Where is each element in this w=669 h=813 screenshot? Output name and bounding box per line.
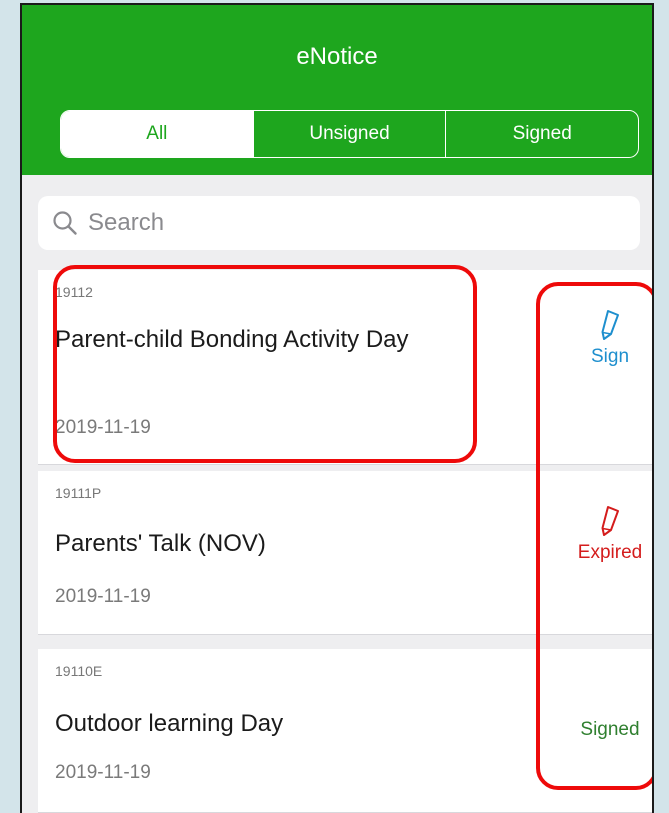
notice-title: Parent-child Bonding Activity Day [55, 326, 409, 353]
notice-title: Parents' Talk (NOV) [55, 530, 266, 557]
notice-date: 2019-11-19 [55, 417, 151, 438]
notice-code: 19110E [55, 663, 103, 679]
sign-button[interactable]: Sign [555, 308, 652, 368]
app-screen: eNotice All Unsigned Signed Search 19112… [20, 3, 654, 813]
list-item[interactable]: 19111P Parents' Talk (NOV) 2019-11-19 Ex… [38, 471, 652, 635]
status-label: Signed [580, 719, 640, 740]
search-placeholder: Search [88, 209, 165, 236]
tab-unsigned[interactable]: Unsigned [252, 111, 446, 157]
notice-date: 2019-11-19 [55, 586, 151, 607]
page-title: eNotice [296, 43, 378, 70]
pencil-icon [601, 310, 619, 340]
notice-title: Outdoor learning Day [55, 710, 284, 737]
list-item[interactable]: 19110E Outdoor learning Day 2019-11-19 S… [38, 649, 652, 813]
status-label: Expired [577, 542, 643, 563]
list-item[interactable]: 19112 Parent-child Bonding Activity Day … [38, 270, 652, 465]
status-label: Sign [590, 346, 630, 367]
expired-status: Expired [555, 504, 652, 564]
search-input[interactable]: Search [38, 196, 640, 250]
app-header: eNotice All Unsigned Signed [22, 5, 652, 175]
notice-code: 19112 [55, 284, 93, 300]
filter-segmented-control: All Unsigned Signed [60, 110, 639, 158]
search-icon [53, 211, 77, 235]
notice-code: 19111P [55, 485, 102, 501]
notice-date: 2019-11-19 [55, 762, 151, 783]
tab-signed[interactable]: Signed [445, 111, 638, 157]
pencil-icon [601, 506, 619, 536]
tab-all[interactable]: All [61, 111, 253, 157]
signed-status: Signed [555, 719, 652, 741]
